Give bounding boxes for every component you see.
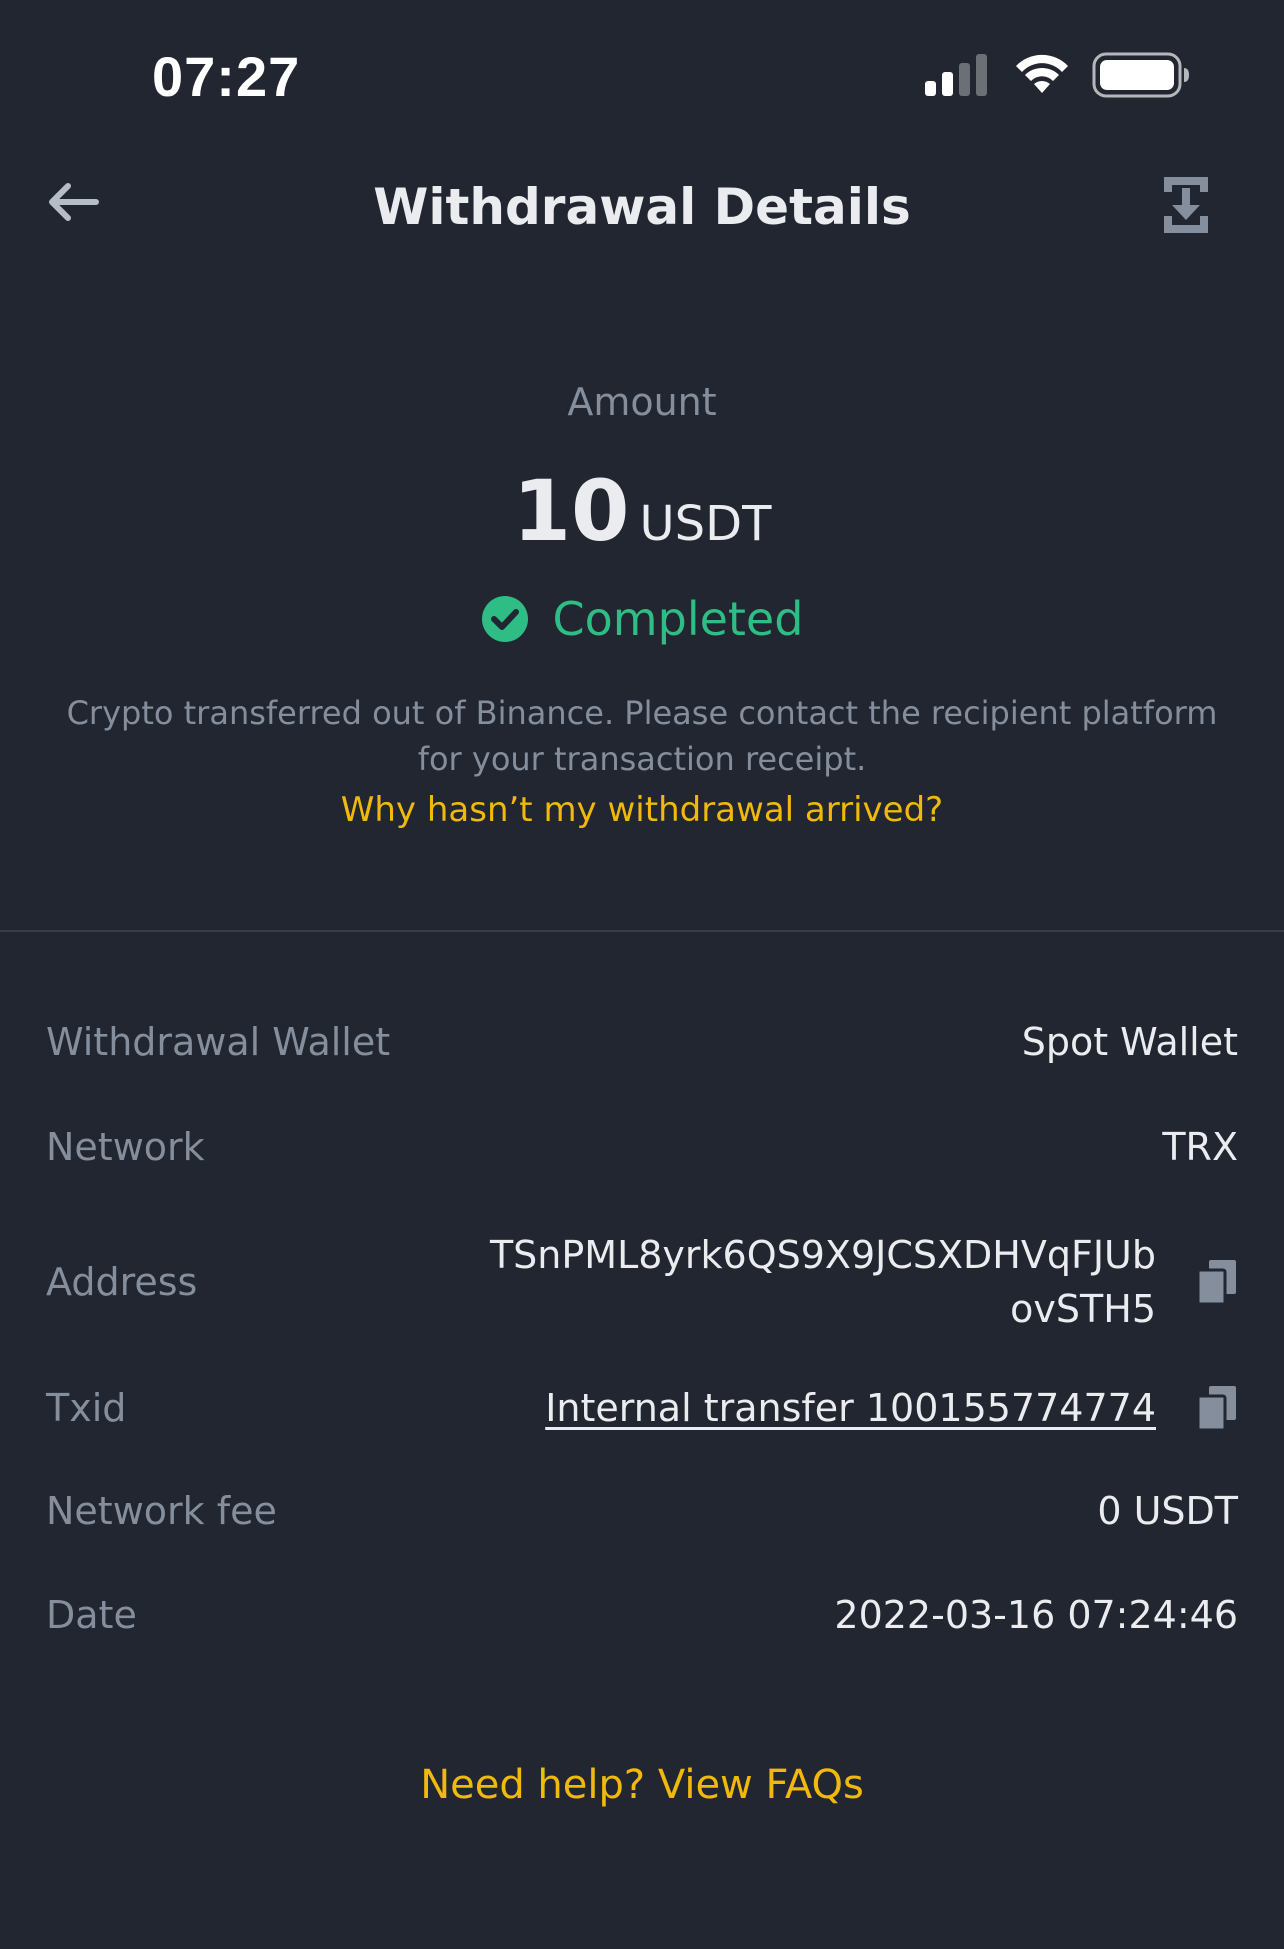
page-title: Withdrawal Details bbox=[373, 178, 911, 236]
date-value: 2022-03-16 07:24:46 bbox=[834, 1593, 1238, 1637]
detail-row-txid: Txid Internal transfer 100155774774 bbox=[46, 1384, 1238, 1432]
description-text: Crypto transferred out of Binance. Pleas… bbox=[66, 694, 1218, 778]
address-label: Address bbox=[46, 1260, 198, 1304]
status-text: Completed bbox=[552, 592, 804, 646]
copy-address-icon[interactable] bbox=[1196, 1258, 1238, 1306]
check-circle-icon bbox=[481, 596, 528, 642]
amount-label: Amount bbox=[567, 380, 717, 424]
battery-icon bbox=[1092, 52, 1189, 98]
detail-row-address: Address TSnPML8yrk6QS9X9JCSXDHVqFJUbovST… bbox=[46, 1228, 1238, 1336]
download-icon[interactable] bbox=[1161, 174, 1211, 236]
divider bbox=[0, 930, 1284, 932]
network-value: TRX bbox=[1162, 1125, 1238, 1169]
detail-row-wallet: Withdrawal Wallet Spot Wallet bbox=[46, 1020, 1238, 1064]
status-bar: 07:27 bbox=[0, 0, 1284, 140]
txid-value-group: Internal transfer 100155774774 bbox=[545, 1384, 1238, 1432]
wallet-value: Spot Wallet bbox=[1021, 1020, 1238, 1064]
detail-row-network: Network TRX bbox=[46, 1125, 1238, 1169]
status-indicator: Completed bbox=[0, 592, 1284, 646]
wifi-icon bbox=[1016, 54, 1068, 93]
address-value-group: TSnPML8yrk6QS9X9JCSXDHVqFJUbovSTH5 bbox=[476, 1228, 1238, 1336]
amount-unit: USDT bbox=[639, 496, 772, 552]
detail-row-date: Date 2022-03-16 07:24:46 bbox=[46, 1593, 1238, 1637]
wallet-label: Withdrawal Wallet bbox=[46, 1020, 391, 1064]
faq-link[interactable]: Need help? View FAQs bbox=[0, 1762, 1284, 1808]
status-time: 07:27 bbox=[152, 45, 301, 108]
amount-value: 10 bbox=[512, 462, 630, 560]
fee-label: Network fee bbox=[46, 1489, 277, 1533]
fee-value: 0 USDT bbox=[1097, 1489, 1238, 1533]
copy-txid-icon[interactable] bbox=[1196, 1384, 1238, 1432]
amount-display: 10 USDT bbox=[0, 462, 1284, 560]
address-value: TSnPML8yrk6QS9X9JCSXDHVqFJUbovSTH5 bbox=[489, 1233, 1156, 1331]
txid-link[interactable]: Internal transfer 100155774774 bbox=[545, 1386, 1156, 1430]
date-label: Date bbox=[46, 1593, 137, 1637]
nav-bar: Withdrawal Details bbox=[0, 150, 1284, 265]
signal-icon bbox=[925, 54, 987, 96]
detail-row-fee: Network fee 0 USDT bbox=[46, 1489, 1238, 1533]
withdrawal-help-link[interactable]: Why hasn’t my withdrawal arrived? bbox=[0, 790, 1284, 830]
txid-label: Txid bbox=[46, 1386, 127, 1430]
network-label: Network bbox=[46, 1125, 205, 1169]
